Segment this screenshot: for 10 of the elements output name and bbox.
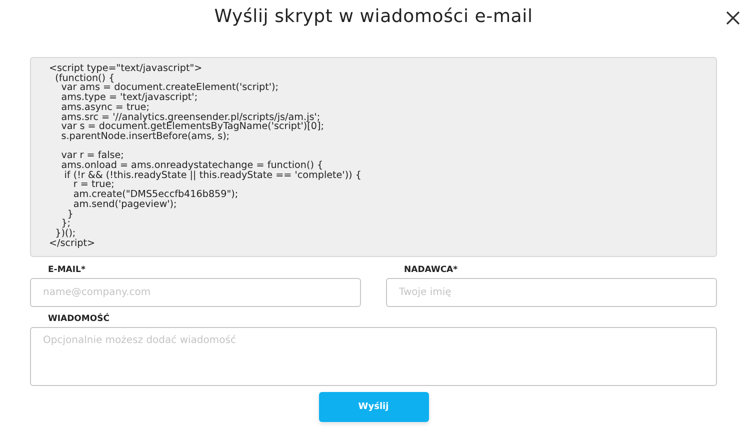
close-icon[interactable] <box>726 11 740 25</box>
code-snippet: <script type="text/javascript"> (function() { var ams = document.createElement('script'); ams.type = 'text/javascript'; ams.async = true; ams.src = '//analytics.greensender.pl/scripts/js/am.js'; var s = document.getElementsByTagName('script')[0]; s.parentNode.insertBefore(ams, s); var r = false; ams.onload = ams.onreadystatechange = function() { if (!r && (!this.readyState || this.readyState == 'complete')) { r = true; am.create("DMS5eccfb416b859"); am.send('pageview'); } }; })(); </script> <box>30 57 717 258</box>
field-label: WIADOMOŚĆ <box>48 314 110 324</box>
send-button[interactable]: Wyślij <box>318 392 428 422</box>
input-field[interactable]: Twoje imię <box>386 278 717 308</box>
field-label: E-MAIL* <box>48 265 86 276</box>
input-field[interactable]: name@company.com <box>30 278 361 308</box>
field-label: NADAWCA* <box>404 265 459 276</box>
message-field[interactable]: Opcjonalnie możesz dodać wiadomość <box>30 327 717 386</box>
dialog-title: Wyślij skrypt w wiadomości e-mail <box>214 6 533 27</box>
